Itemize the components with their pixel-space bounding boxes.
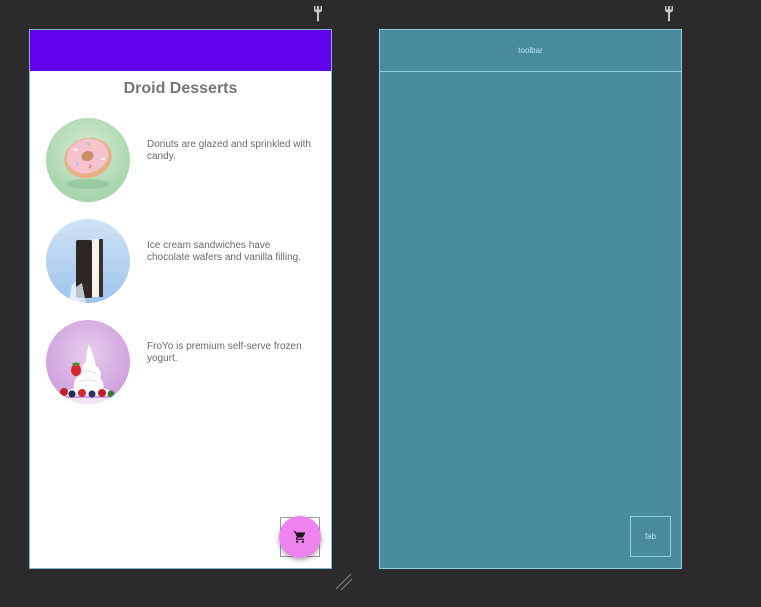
blueprint-toolbar[interactable]: toolbar (380, 30, 681, 72)
dessert-item-ice-cream-sandwich[interactable]: Ice cream sandwiches have chocolate wafe… (46, 219, 316, 305)
dessert-description: FroYo is premium self-serve frozen yogur… (147, 341, 302, 364)
resize-handle-icon[interactable] (334, 572, 354, 592)
cart-fab[interactable] (279, 516, 321, 558)
dessert-description: Ice cream sandwiches have chocolate wafe… (147, 240, 301, 263)
design-preview: Droid Desserts Donuts are glazed and spr… (29, 29, 332, 569)
shopping-cart-icon (293, 531, 306, 543)
donut-image (46, 118, 130, 202)
app-bar (30, 30, 331, 71)
dessert-item-donut[interactable]: Donuts are glazed and sprinkled with can… (46, 118, 316, 204)
blueprint-fab[interactable]: fab (630, 516, 671, 557)
dessert-description: Donuts are glazed and sprinkled with can… (147, 139, 311, 162)
blueprint-fab-label: fab (644, 532, 657, 541)
wrench-icon[interactable] (663, 6, 675, 22)
wrench-icon[interactable] (312, 6, 324, 22)
screen-title: Droid Desserts (123, 80, 238, 97)
dessert-item-froyo[interactable]: FroYo is premium self-serve frozen yogur… (46, 320, 316, 406)
ice-cream-sandwich-image (46, 219, 130, 303)
blueprint-preview: toolbar fab (379, 29, 682, 569)
blueprint-toolbar-label: toolbar (518, 46, 543, 55)
froyo-image (46, 320, 130, 404)
